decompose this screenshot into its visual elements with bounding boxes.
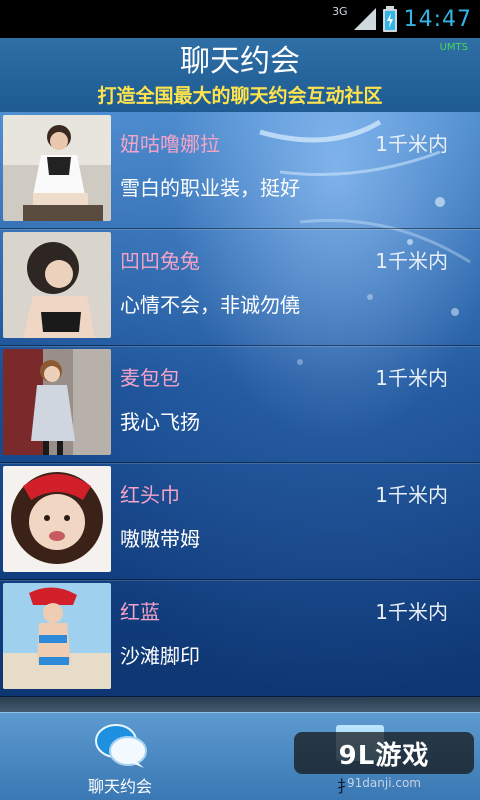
list-item[interactable]: 麦包包 1千米内 我心飞扬 <box>0 346 480 463</box>
contact-name: 凹凹兔兔 <box>120 249 200 273</box>
contact-distance: 1千米内 <box>375 366 448 390</box>
tab-icon <box>336 725 384 761</box>
app-header: 聊天约会 打造全国最大的聊天约会互动社区 UMTS <box>0 38 480 112</box>
avatar <box>3 583 111 689</box>
tab-chat-dating[interactable]: 聊天约会 <box>50 713 190 800</box>
contact-status: 我心飞扬 <box>120 410 200 434</box>
tab-second[interactable]: 扌 <box>300 713 440 800</box>
status-indicators: 3G 14:47 <box>332 3 472 35</box>
contact-status: 雪白的职业装，挺好 <box>120 176 300 200</box>
contact-name: 红蓝 <box>120 600 160 624</box>
contact-name: 红头巾 <box>120 483 180 507</box>
bottom-tabbar: 聊天约会 扌 <box>0 712 480 800</box>
list-item[interactable]: 红头巾 1千米内 嗷嗷带姆 <box>0 463 480 580</box>
clock: 14:47 <box>403 6 472 32</box>
avatar <box>3 466 111 572</box>
avatar <box>3 115 111 221</box>
contact-distance: 1千米内 <box>375 249 448 273</box>
list-item[interactable]: 凹凹兔兔 1千米内 心情不会，非诚勿僥 <box>0 229 480 346</box>
page-title: 聊天约会 <box>180 44 300 79</box>
contact-distance: 1千米内 <box>375 483 448 507</box>
chat-bubbles-icon <box>94 721 148 773</box>
contact-status: 嗷嗷带姆 <box>120 527 200 551</box>
contact-name: 妞咕噜娜拉 <box>120 132 220 156</box>
contact-distance: 1千米内 <box>375 132 448 156</box>
contact-list[interactable]: 妞咕噜娜拉 1千米内 雪白的职业装，挺好 凹凹兔兔 1千米内 心情不会，非诚勿僥 <box>0 112 480 712</box>
list-item[interactable]: 红蓝 1千米内 沙滩脚印 <box>0 580 480 697</box>
contact-name: 麦包包 <box>120 366 180 390</box>
status-bar: 3G 14:47 <box>0 0 480 38</box>
list-item-partial <box>0 697 480 712</box>
list-item[interactable]: 妞咕噜娜拉 1千米内 雪白的职业装，挺好 <box>0 112 480 229</box>
tab-label: 扌 <box>336 777 353 796</box>
avatar <box>3 349 111 455</box>
umts-indicator: UMTS <box>439 42 468 53</box>
battery-charging-icon <box>382 6 398 32</box>
contact-status: 心情不会，非诚勿僥 <box>120 293 300 317</box>
tab-label: 聊天约会 <box>87 777 152 796</box>
avatar <box>3 232 111 338</box>
network-type: 3G <box>332 4 348 18</box>
contact-distance: 1千米内 <box>375 600 448 624</box>
page-subtitle: 打造全国最大的聊天约会互动社区 <box>97 85 383 107</box>
contact-status: 沙滩脚印 <box>120 644 200 668</box>
signal-icon <box>353 8 376 30</box>
